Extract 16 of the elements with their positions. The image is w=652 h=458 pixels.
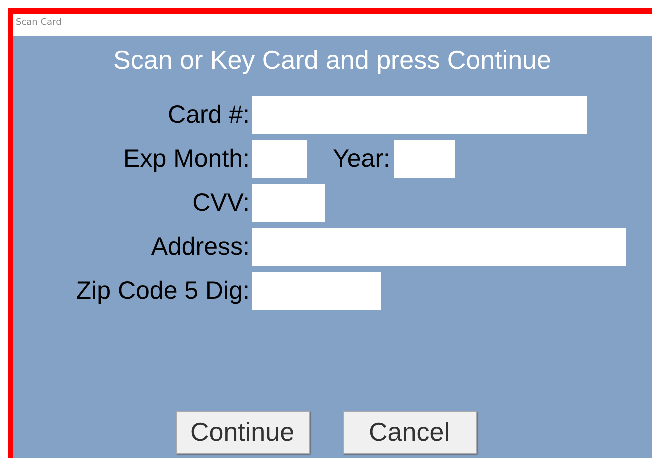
input-field[interactable] bbox=[252, 272, 381, 310]
dialog-button[interactable]: Cancel bbox=[342, 411, 476, 454]
field-label: Year: bbox=[333, 145, 390, 173]
field-label: Address: bbox=[151, 233, 250, 261]
input-field[interactable] bbox=[252, 228, 626, 266]
input-field[interactable] bbox=[252, 140, 307, 178]
instruction-heading: Scan or Key Card and press Continue bbox=[114, 45, 552, 75]
field-label: CVV: bbox=[192, 189, 250, 217]
field-label: Exp Month: bbox=[124, 145, 250, 173]
window-title: Scan Card bbox=[16, 18, 62, 28]
input-field[interactable] bbox=[252, 184, 325, 222]
input-field[interactable] bbox=[252, 96, 587, 134]
dialog-button[interactable]: Continue bbox=[176, 411, 310, 454]
field-label: Zip Code 5 Dig: bbox=[76, 277, 250, 305]
field-label: Card #: bbox=[168, 101, 250, 129]
input-field[interactable] bbox=[394, 140, 456, 178]
